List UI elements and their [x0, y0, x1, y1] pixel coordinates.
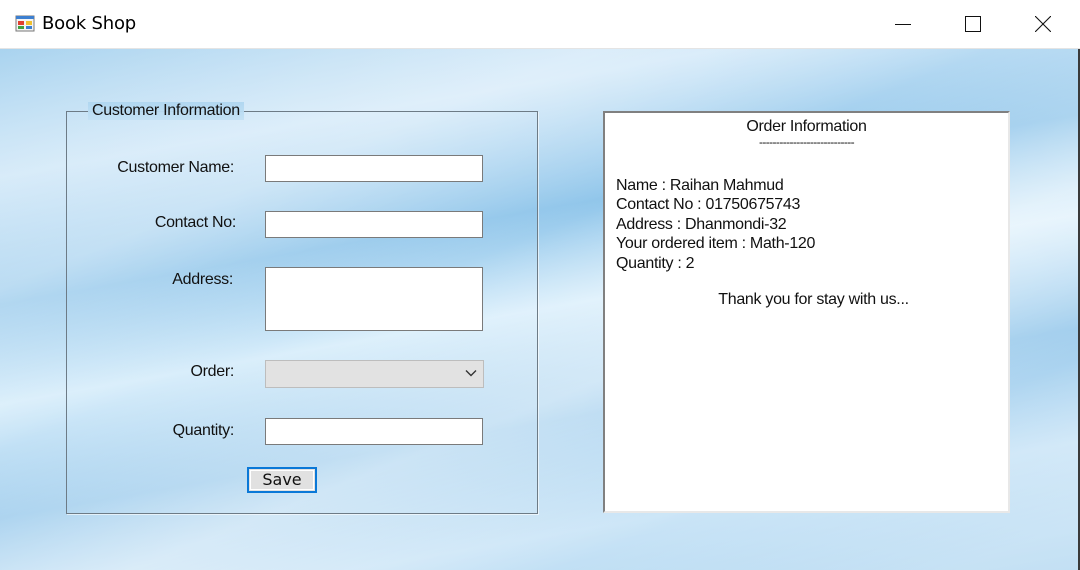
chevron-down-icon — [465, 370, 477, 377]
maximize-icon — [965, 16, 981, 32]
order-info-panel: Order Information ----------------------… — [603, 111, 1010, 513]
order-info-divider: ---------------------------- — [758, 135, 855, 149]
order-line-contact: Contact No : 01750675743 — [616, 196, 801, 213]
close-button[interactable] — [1008, 0, 1078, 48]
address-label: Address: — [172, 271, 233, 288]
order-label: Order: — [190, 363, 234, 380]
contact-no-label: Contact No: — [154, 214, 236, 231]
quantity-input[interactable] — [265, 418, 483, 445]
order-line-quantity: Quantity : 2 — [616, 255, 695, 272]
order-line-address: Address : Dhanmondi-32 — [616, 216, 787, 233]
customer-info-legend: Customer Information — [88, 102, 244, 120]
close-icon — [1035, 16, 1051, 32]
minimize-icon — [895, 24, 911, 25]
form-client-area: Customer Information Customer Name: Cont… — [0, 49, 1078, 570]
order-line-name: Name : Raihan Mahmud — [616, 177, 784, 194]
title-bar: Book Shop — [0, 0, 1080, 49]
customer-name-input[interactable] — [265, 155, 483, 182]
order-select[interactable] — [265, 360, 484, 388]
contact-no-input[interactable] — [265, 211, 483, 238]
window-title: Book Shop — [42, 13, 136, 34]
app-form-icon[interactable] — [15, 14, 35, 34]
quantity-label: Quantity: — [172, 422, 235, 439]
minimize-button[interactable] — [868, 0, 938, 48]
thank-you-message: Thank you for stay with us... — [718, 291, 909, 308]
order-info-title: Order Information — [746, 118, 867, 135]
customer-name-label: Customer Name: — [117, 159, 234, 176]
maximize-button[interactable] — [938, 0, 1008, 48]
order-line-item: Your ordered item : Math-120 — [616, 235, 816, 252]
address-input[interactable] — [265, 267, 483, 331]
save-button[interactable]: Save — [247, 467, 317, 493]
